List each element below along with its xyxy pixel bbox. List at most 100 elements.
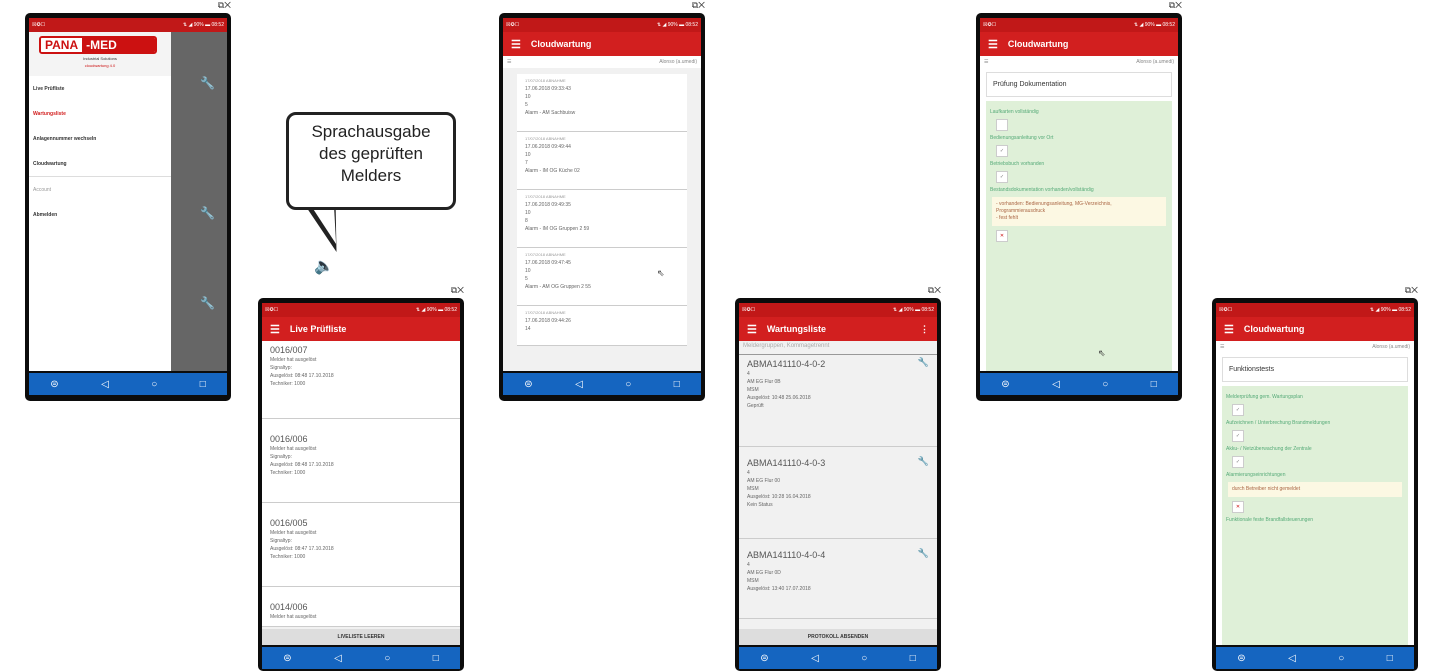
drawer-item-anlage[interactable]: Anlagennummer wechseln: [29, 126, 171, 151]
scrim[interactable]: 🔧 🔧 🔧: [171, 32, 227, 371]
list-item[interactable]: 🔧 ABMA141110-4-0-3 4 AM EG Flur 00 MSM Ausgel…: [739, 447, 937, 539]
app-bar: ☰ Cloudwartung: [980, 32, 1178, 56]
checkbox[interactable]: ✕: [1232, 501, 1244, 513]
back-icon[interactable]: ◁: [575, 379, 583, 390]
home-circle-icon[interactable]: ○: [1102, 379, 1108, 390]
checkbox[interactable]: ✓: [1232, 404, 1244, 416]
back-icon[interactable]: ◁: [1052, 379, 1060, 390]
recents-icon[interactable]: □: [1151, 379, 1157, 390]
status-bar: ☒✪☐ ⇅ ◢ 90% ▬ 08:52: [29, 18, 227, 32]
recents-icon[interactable]: □: [910, 653, 916, 664]
list-item[interactable]: 17/07/2018 ABNAHME 17.06.2018 09:33:43 10 5…: [517, 74, 687, 132]
checkbox[interactable]: ✓: [996, 171, 1008, 183]
wrench-icon: 🔧: [200, 76, 215, 90]
window-controls[interactable]: ⧉✕: [928, 285, 941, 296]
wrench-icon[interactable]: 🔧: [918, 358, 929, 367]
app-bar: ☰ Cloudwartung: [1216, 317, 1414, 341]
page-title: Cloudwartung: [530, 39, 592, 49]
recents-icon[interactable]: □: [200, 379, 206, 390]
nav-drawer: PANA -MED Industrial Solutions cloudwartu…: [29, 32, 171, 371]
list-item[interactable]: 17/07/2018 ABNAHME 17.06.2018 09:49:44 10 7…: [517, 132, 687, 190]
page-title: Live Prüfliste: [289, 324, 347, 334]
menu-icon[interactable]: ☰: [1224, 323, 1234, 336]
android-nav-bar: ⊜ ◁ ○ □: [980, 373, 1178, 395]
list-item[interactable]: 🔧 ABMA141110-4-0-2 4 AM EG Flur 0B MSM Ausgel…: [739, 355, 937, 447]
phone-drawer: ⧉✕ ☒✪☐ ⇅ ◢ 90% ▬ 08:52 🔧 🔧 🔧 PANA -MED Ind…: [25, 0, 231, 401]
wrench-icon[interactable]: 🔧: [918, 549, 929, 558]
list-icon[interactable]: ☰: [507, 59, 511, 65]
recents-icon[interactable]: □: [674, 379, 680, 390]
page-title: Cloudwartung: [1243, 324, 1305, 334]
list-item[interactable]: 17/07/2018 ABNAHME 17.06.2018 09:49:35 10 8…: [517, 190, 687, 248]
android-nav-bar: ⊜ ◁ ○ □: [739, 647, 937, 669]
list-item[interactable]: 0016/006 Melder hat ausgelöst Signaltyp: Au…: [262, 419, 460, 503]
list-item[interactable]: 0014/006 Melder hat ausgelöst: [262, 587, 460, 627]
mouse-cursor-icon: ⇖: [1098, 348, 1106, 358]
home-circle-icon[interactable]: ○: [151, 379, 157, 390]
drawer-item-wartung[interactable]: Wartungsliste: [29, 101, 171, 126]
menu-icon[interactable]: ☰: [988, 38, 998, 51]
search-input[interactable]: Meldergruppen, Kommagetrennt: [739, 341, 937, 355]
home-circle-icon[interactable]: ○: [861, 653, 867, 664]
window-controls[interactable]: ⧉✕: [218, 0, 231, 11]
clear-list-button[interactable]: LIVELISTE LEEREN: [262, 629, 460, 645]
home-icon[interactable]: ⊜: [1001, 379, 1009, 390]
drawer-item-cloud[interactable]: Cloudwartung: [29, 151, 171, 176]
menu-icon[interactable]: ☰: [270, 323, 280, 336]
wrench-icon[interactable]: 🔧: [918, 457, 929, 466]
checkbox[interactable]: ✓: [1232, 456, 1244, 468]
phone-funktion: ⧉✕ ☒✪☐ ⇅ ◢ 90% ▬ 08:52 ☰ Cloudwartung ☰ Alo…: [1212, 285, 1418, 671]
checkbox[interactable]: ✕: [996, 230, 1008, 242]
home-circle-icon[interactable]: ○: [625, 379, 631, 390]
android-nav-bar: ⊜ ◁ ○ □: [262, 647, 460, 669]
home-icon[interactable]: ⊜: [1237, 653, 1245, 664]
list-item[interactable]: 🔧 ABMA141110-4-0-4 4 AM EG Flur 0D MSM Ausgel…: [739, 539, 937, 619]
back-icon[interactable]: ◁: [334, 653, 342, 664]
drawer-item-logout[interactable]: Abmelden: [29, 202, 171, 227]
android-nav-bar: ⊜ ◁ ○ □: [1216, 647, 1414, 669]
drawer-item-live[interactable]: Live Prüfliste: [29, 76, 171, 101]
window-controls[interactable]: ⧉✕: [692, 0, 705, 11]
phone-pruefung: ⧉✕ ☒✪☐ ⇅ ◢ 90% ▬ 08:52 ☰ Cloudwartung ☰ Alo…: [976, 0, 1182, 401]
wrench-icon: 🔧: [200, 206, 215, 220]
phone-cloud-list: ⧉✕ ☒✪☐ ⇅ ◢ 90% ▬ 08:52 ☰ Cloudwartung ☰ Alo…: [499, 0, 705, 401]
window-controls[interactable]: ⧉✕: [451, 285, 464, 296]
checkbox[interactable]: ✓: [996, 145, 1008, 157]
more-icon[interactable]: ⋮: [920, 324, 929, 335]
speech-bubble: Sprachausgabe des geprüften Melders: [286, 112, 456, 210]
recents-icon[interactable]: □: [433, 653, 439, 664]
checkbox[interactable]: [996, 119, 1008, 131]
home-icon[interactable]: ⊜: [50, 379, 58, 390]
phone-wartung: ⧉✕ ☒✪☐ ⇅ ◢ 90% ▬ 08:52 ☰ Wartungsliste ⋮ Me…: [735, 285, 941, 671]
menu-icon[interactable]: ☰: [747, 323, 757, 336]
android-nav-bar: ⊜ ◁ ○ □: [503, 373, 701, 395]
back-icon[interactable]: ◁: [1288, 653, 1296, 664]
drawer-section-account: Account: [33, 186, 52, 193]
recents-icon[interactable]: □: [1387, 653, 1393, 664]
home-icon[interactable]: ⊜: [283, 653, 291, 664]
window-controls[interactable]: ⧉✕: [1405, 285, 1418, 296]
app-bar: ☰ Live Prüfliste: [262, 317, 460, 341]
phone-live: ⧉✕ ☒✪☐ ⇅ ◢ 90% ▬ 08:52 ☰ Live Prüfliste 00…: [258, 285, 464, 671]
mouse-cursor-icon: ⇖: [657, 268, 665, 278]
list-item[interactable]: 0016/005 Melder hat ausgelöst Signaltyp: Au…: [262, 503, 460, 587]
list-item[interactable]: 0016/007 Melder hat ausgelöst Signaltyp: Au…: [262, 341, 460, 419]
speaker-icon: 🔈: [314, 258, 334, 275]
checkbox[interactable]: ✓: [1232, 430, 1244, 442]
list-icon[interactable]: ☰: [1220, 344, 1224, 350]
home-icon[interactable]: ⊜: [524, 379, 532, 390]
home-icon[interactable]: ⊜: [760, 653, 768, 664]
send-protocol-button[interactable]: PROTOKOLL ABSENDEN: [739, 629, 937, 645]
window-controls[interactable]: ⧉✕: [1169, 0, 1182, 11]
back-icon[interactable]: ◁: [811, 653, 819, 664]
home-circle-icon[interactable]: ○: [384, 653, 390, 664]
checklist: Melderprüfung gem. Wartungsplan ✓ Aufzei…: [1222, 386, 1408, 645]
list-icon[interactable]: ☰: [984, 59, 988, 65]
section-title: Funktionstests: [1222, 357, 1408, 382]
page-title: Cloudwartung: [1007, 39, 1069, 49]
wrench-icon: 🔧: [200, 296, 215, 310]
back-icon[interactable]: ◁: [101, 379, 109, 390]
menu-icon[interactable]: ☰: [511, 38, 521, 51]
home-circle-icon[interactable]: ○: [1338, 653, 1344, 664]
list-item[interactable]: 17/07/2018 ABNAHME 17.06.2018 09:44:26 14: [517, 306, 687, 346]
